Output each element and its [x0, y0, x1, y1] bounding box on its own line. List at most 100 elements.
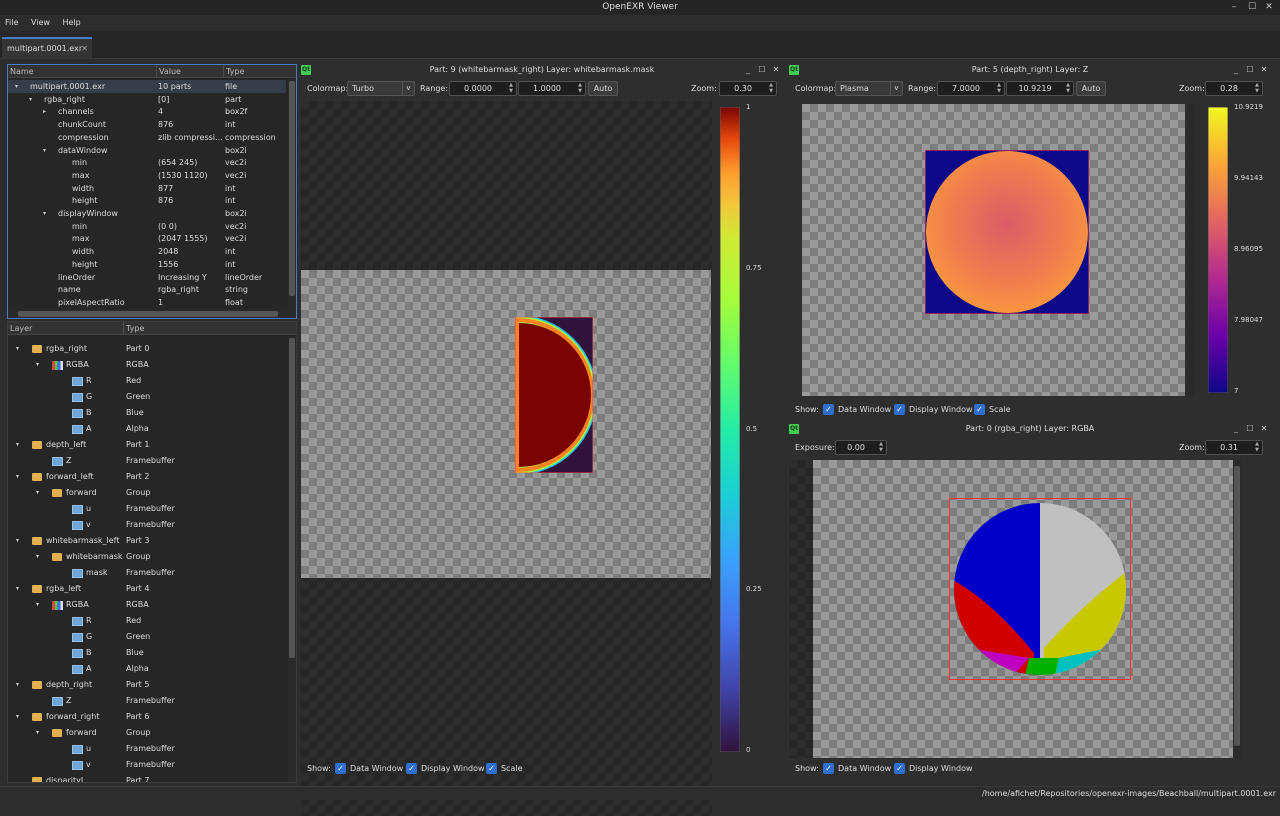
hscrollbar-thumb[interactable] — [18, 311, 278, 317]
expanded-arrow-icon[interactable]: ▾ — [16, 533, 19, 549]
layer-row[interactable]: R Red — [8, 373, 286, 389]
column-type[interactable]: Type — [223, 65, 244, 78]
attribute-row[interactable]: ▸ channels 4 box2f — [8, 105, 286, 118]
expanded-arrow-icon[interactable]: ▾ — [36, 549, 39, 565]
spin-arrows-icon[interactable]: ▲ ▼ — [507, 82, 515, 95]
expanded-arrow-icon[interactable]: ▾ — [16, 581, 19, 597]
colormap-select[interactable]: Plasma v — [835, 81, 903, 96]
layer-row[interactable]: ▾ rgba_right Part 0 — [8, 341, 286, 357]
header-tree-hscrollbar[interactable] — [8, 310, 296, 318]
display-window-checkbox[interactable]: ✓ — [894, 763, 905, 774]
scrollbar-thumb[interactable] — [289, 338, 295, 658]
minimize-icon[interactable]: _ — [743, 64, 753, 76]
attribute-row[interactable]: width 877 int — [8, 182, 286, 195]
range-min-field[interactable]: 7.0000 ▲ ▼ — [937, 81, 1005, 96]
restore-icon[interactable]: ☐ — [757, 64, 767, 76]
layer-row[interactable]: u Framebuffer — [8, 741, 286, 757]
data-window-checkbox[interactable]: ✓ — [823, 763, 834, 774]
expanded-arrow-icon[interactable]: ▾ — [36, 485, 39, 501]
close-tab-icon[interactable]: ✕ — [81, 39, 88, 59]
menu-file[interactable]: File — [0, 15, 23, 31]
data-window-checkbox[interactable]: ✓ — [335, 763, 346, 774]
auto-button[interactable]: Auto — [588, 81, 618, 96]
attribute-row[interactable]: min (0 0) vec2i — [8, 220, 286, 233]
minimize-icon[interactable]: _ — [1231, 64, 1241, 76]
layer-row[interactable]: ▾ RGBA RGBA — [8, 597, 286, 613]
minimize-icon[interactable]: – — [1226, 0, 1242, 15]
layer-row[interactable]: ▾ whitebarmask Group — [8, 549, 286, 565]
layer-row[interactable]: Z Framebuffer — [8, 693, 286, 709]
attribute-row[interactable]: compression zlib compressi... compression — [8, 131, 286, 144]
spin-arrows-icon[interactable]: ▲ ▼ — [576, 82, 584, 95]
layer-row[interactable]: ▾ RGBA RGBA — [8, 357, 286, 373]
attribute-row[interactable]: width 2048 int — [8, 245, 286, 258]
layer-row[interactable]: ▾ depth_left Part 1 — [8, 437, 286, 453]
close-icon[interactable]: ✕ — [1261, 0, 1277, 15]
restore-icon[interactable]: ☐ — [1245, 423, 1255, 435]
attribute-row[interactable]: height 876 int — [8, 194, 286, 207]
spin-arrows-icon[interactable]: ▲ ▼ — [1253, 441, 1261, 454]
expanded-arrow-icon[interactable]: ▾ — [36, 597, 39, 613]
layer-row[interactable]: A Alpha — [8, 661, 286, 677]
attribute-row[interactable]: pixelAspectRatio 1 float — [8, 296, 286, 309]
layer-row[interactable]: disparityL Part 7 — [8, 773, 286, 782]
layer-row[interactable]: ▾ forward Group — [8, 485, 286, 501]
restore-icon[interactable]: ☐ — [1245, 64, 1255, 76]
layer-row[interactable]: v Framebuffer — [8, 517, 286, 533]
scale-checkbox[interactable]: ✓ — [974, 404, 985, 415]
layer-row[interactable]: mask Framebuffer — [8, 565, 286, 581]
mask-image-canvas[interactable] — [301, 101, 712, 816]
layer-row[interactable]: u Framebuffer — [8, 501, 286, 517]
rgba-view-scrollbar[interactable] — [1233, 460, 1241, 758]
column-name[interactable]: Name — [8, 65, 34, 78]
maximize-icon[interactable]: ☐ — [1244, 0, 1260, 15]
depth-view-scrollbar[interactable] — [1187, 104, 1195, 396]
zoom-field[interactable]: 0.30 ▲ ▼ — [719, 81, 777, 96]
scrollbar-thumb[interactable] — [1234, 466, 1240, 746]
scale-checkbox[interactable]: ✓ — [486, 763, 497, 774]
range-max-field[interactable]: 10.9219 ▲ ▼ — [1006, 81, 1074, 96]
expanded-arrow-icon[interactable]: ▾ — [16, 709, 19, 725]
spin-arrows-icon[interactable]: ▲ ▼ — [1253, 82, 1261, 95]
expanded-arrow-icon[interactable]: ▾ — [29, 93, 32, 106]
expanded-arrow-icon[interactable]: ▾ — [16, 437, 19, 453]
expanded-arrow-icon[interactable]: ▾ — [16, 341, 19, 357]
attribute-row[interactable]: ▾ rgba_right [0] part — [8, 93, 286, 106]
layer-row[interactable]: v Framebuffer — [8, 757, 286, 773]
expanded-arrow-icon[interactable]: ▾ — [36, 725, 39, 741]
expanded-arrow-icon[interactable]: ▾ — [43, 207, 46, 220]
attribute-row[interactable]: height 1556 int — [8, 258, 286, 271]
close-icon[interactable]: ✕ — [771, 64, 781, 76]
display-window-checkbox[interactable]: ✓ — [406, 763, 417, 774]
layer-row[interactable]: B Blue — [8, 645, 286, 661]
zoom-field[interactable]: 0.31 ▲ ▼ — [1205, 440, 1263, 455]
close-icon[interactable]: ✕ — [1259, 423, 1269, 435]
layer-row[interactable]: ▾ rgba_left Part 4 — [8, 581, 286, 597]
display-window-checkbox[interactable]: ✓ — [894, 404, 905, 415]
data-window-checkbox[interactable]: ✓ — [823, 404, 834, 415]
spin-arrows-icon[interactable]: ▲ ▼ — [1064, 82, 1072, 95]
expanded-arrow-icon[interactable]: ▾ — [16, 469, 19, 485]
attribute-row[interactable]: max (1530 1120) vec2i — [8, 169, 286, 182]
column-value[interactable]: Value — [156, 65, 181, 78]
range-min-field[interactable]: 0.0000 ▲ ▼ — [449, 81, 517, 96]
menu-view[interactable]: View — [26, 15, 55, 31]
layer-row[interactable]: G Green — [8, 629, 286, 645]
auto-button[interactable]: Auto — [1076, 81, 1106, 96]
attribute-row[interactable]: ▾ dataWindow box2i — [8, 144, 286, 157]
depth-image-canvas[interactable] — [802, 104, 1185, 396]
layer-tree-scrollbar[interactable] — [288, 336, 296, 782]
exposure-field[interactable]: 0.00 ▲ ▼ — [835, 440, 887, 455]
expanded-arrow-icon[interactable]: ▾ — [15, 80, 18, 93]
attribute-row[interactable]: max (2047 1555) vec2i — [8, 232, 286, 245]
range-max-field[interactable]: 1.0000 ▲ ▼ — [518, 81, 586, 96]
layer-row[interactable]: ▾ forward_left Part 2 — [8, 469, 286, 485]
layer-row[interactable]: G Green — [8, 389, 286, 405]
expanded-arrow-icon[interactable]: ▾ — [16, 677, 19, 693]
spin-arrows-icon[interactable]: ▲ ▼ — [767, 82, 775, 95]
layer-row[interactable]: Z Framebuffer — [8, 453, 286, 469]
spin-arrows-icon[interactable]: ▲ ▼ — [877, 441, 885, 454]
close-icon[interactable]: ✕ — [1259, 64, 1269, 76]
layer-row[interactable]: R Red — [8, 613, 286, 629]
attribute-row[interactable]: chunkCount 876 int — [8, 118, 286, 131]
